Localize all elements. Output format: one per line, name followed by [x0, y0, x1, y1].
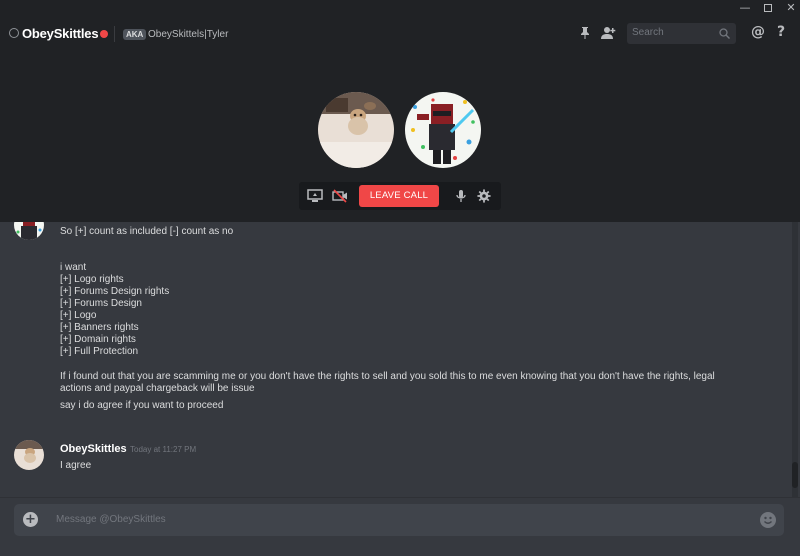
maximize-button[interactable] [756, 0, 780, 16]
leave-call-button[interactable]: LEAVE CALL [359, 185, 439, 207]
list-item: [+] Domain rights [60, 334, 136, 345]
list-item: [+] Logo rights [60, 274, 124, 285]
scrollbar-thumb[interactable] [792, 462, 798, 488]
search-icon [719, 28, 730, 39]
search-input[interactable]: Search [627, 23, 736, 44]
screen-share-icon[interactable] [307, 189, 323, 203]
message-text: say i do agree if you want to proceed [60, 400, 224, 411]
at-icon [9, 28, 19, 38]
list-item: [+] Forums Design rights [60, 286, 170, 297]
emoji-icon[interactable] [760, 512, 776, 528]
message-text: If i found out that you are scamming me … [60, 371, 715, 382]
pin-icon[interactable] [578, 26, 592, 40]
mentions-icon[interactable]: @ [751, 24, 765, 40]
scrollbar-track[interactable] [792, 222, 798, 497]
settings-gear-icon[interactable] [476, 189, 492, 203]
header-divider [114, 26, 115, 42]
list-item: [+] Banners rights [60, 322, 139, 333]
caller-avatar-dog [318, 92, 394, 168]
caller-avatar-ninja [405, 92, 481, 168]
message-text: I agree [60, 460, 92, 471]
composer-area: + Message @ObeySkittles [0, 497, 800, 556]
list-item: [+] Forums Design [60, 298, 142, 309]
minimize-button[interactable]: — [733, 0, 757, 16]
aka-badge: AKA [123, 29, 147, 40]
maximize-icon [764, 4, 772, 12]
message-avatar[interactable] [14, 440, 44, 470]
list-item: [+] Full Protection [60, 346, 139, 357]
voice-call-panel: LEAVE CALL [0, 52, 800, 222]
message-avatar-partial[interactable] [14, 222, 44, 240]
list-item: [+] Logo [60, 310, 97, 321]
message-list: So [+] count as included [-] count as no… [0, 222, 800, 497]
message-text: actions and paypal chargeback will be is… [60, 383, 255, 394]
upload-plus-icon[interactable]: + [23, 512, 38, 527]
aka-name: ObeySkittels|Tyler [148, 29, 229, 40]
message-text: So [+] count as included [-] count as no [60, 226, 234, 237]
close-button[interactable]: ✕ [779, 0, 800, 16]
video-off-icon[interactable] [332, 189, 348, 203]
help-icon[interactable]: ? [777, 24, 785, 40]
add-friend-icon[interactable] [600, 26, 616, 40]
dnd-status-indicator [100, 30, 108, 38]
search-placeholder: Search [632, 27, 664, 38]
message-text: i want [60, 262, 87, 273]
call-controls: LEAVE CALL [299, 182, 501, 210]
message-timestamp: Today at 11:27 PM [130, 445, 197, 454]
channel-name: ObeySkittles [22, 26, 99, 41]
microphone-icon[interactable] [453, 189, 469, 203]
message-author[interactable]: ObeySkittles [60, 443, 127, 455]
title-bar: — ✕ [0, 0, 800, 16]
message-input-placeholder: Message @ObeySkittles [56, 514, 166, 525]
message-input[interactable]: + Message @ObeySkittles [14, 504, 784, 536]
